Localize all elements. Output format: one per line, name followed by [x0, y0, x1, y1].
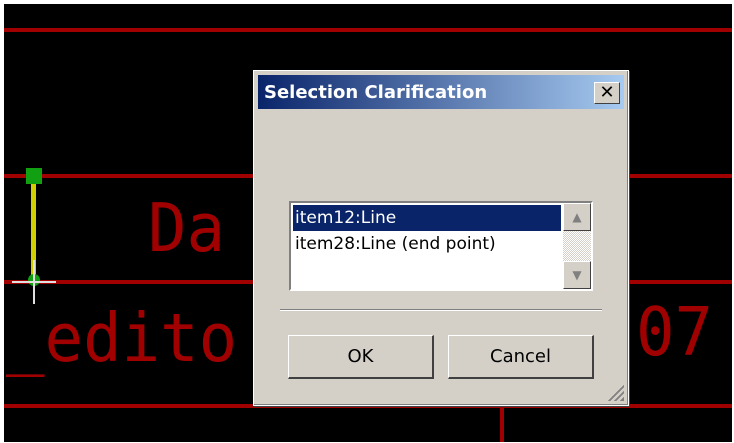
resize-grip-icon[interactable] [606, 383, 624, 401]
scroll-down-button[interactable]: ▼ [563, 261, 591, 289]
close-icon: ✕ [599, 82, 615, 103]
close-button[interactable]: ✕ [594, 82, 620, 104]
cancel-button[interactable]: Cancel [448, 335, 594, 379]
ok-button[interactable]: OK [288, 335, 434, 379]
dialog-titlebar[interactable]: Selection Clarification ✕ [258, 75, 624, 109]
dialog-title: Selection Clarification [264, 81, 488, 103]
list-item[interactable]: item12:Line [293, 205, 561, 231]
dialog-separator [280, 309, 602, 311]
line-start-handle[interactable] [26, 168, 42, 184]
scroll-up-button[interactable]: ▲ [563, 203, 591, 231]
wire-line [4, 28, 732, 32]
canvas-text: Da [148, 190, 226, 268]
canvas-text: 07 [636, 294, 714, 372]
list-item[interactable]: item28:Line (end point) [293, 231, 561, 257]
arrow-up-icon: ▲ [572, 210, 582, 224]
arrow-down-icon: ▼ [572, 268, 582, 282]
canvas-text: _edito [6, 300, 238, 378]
vertical-scrollbar[interactable]: ▲ ▼ [563, 203, 591, 289]
wire-line [500, 406, 504, 442]
selection-clarification-dialog: Selection Clarification ✕ item12:Line it… [253, 70, 629, 406]
crosshair-cursor-icon [33, 260, 35, 304]
selection-listbox[interactable]: item12:Line item28:Line (end point) ▲ ▼ [289, 201, 593, 291]
